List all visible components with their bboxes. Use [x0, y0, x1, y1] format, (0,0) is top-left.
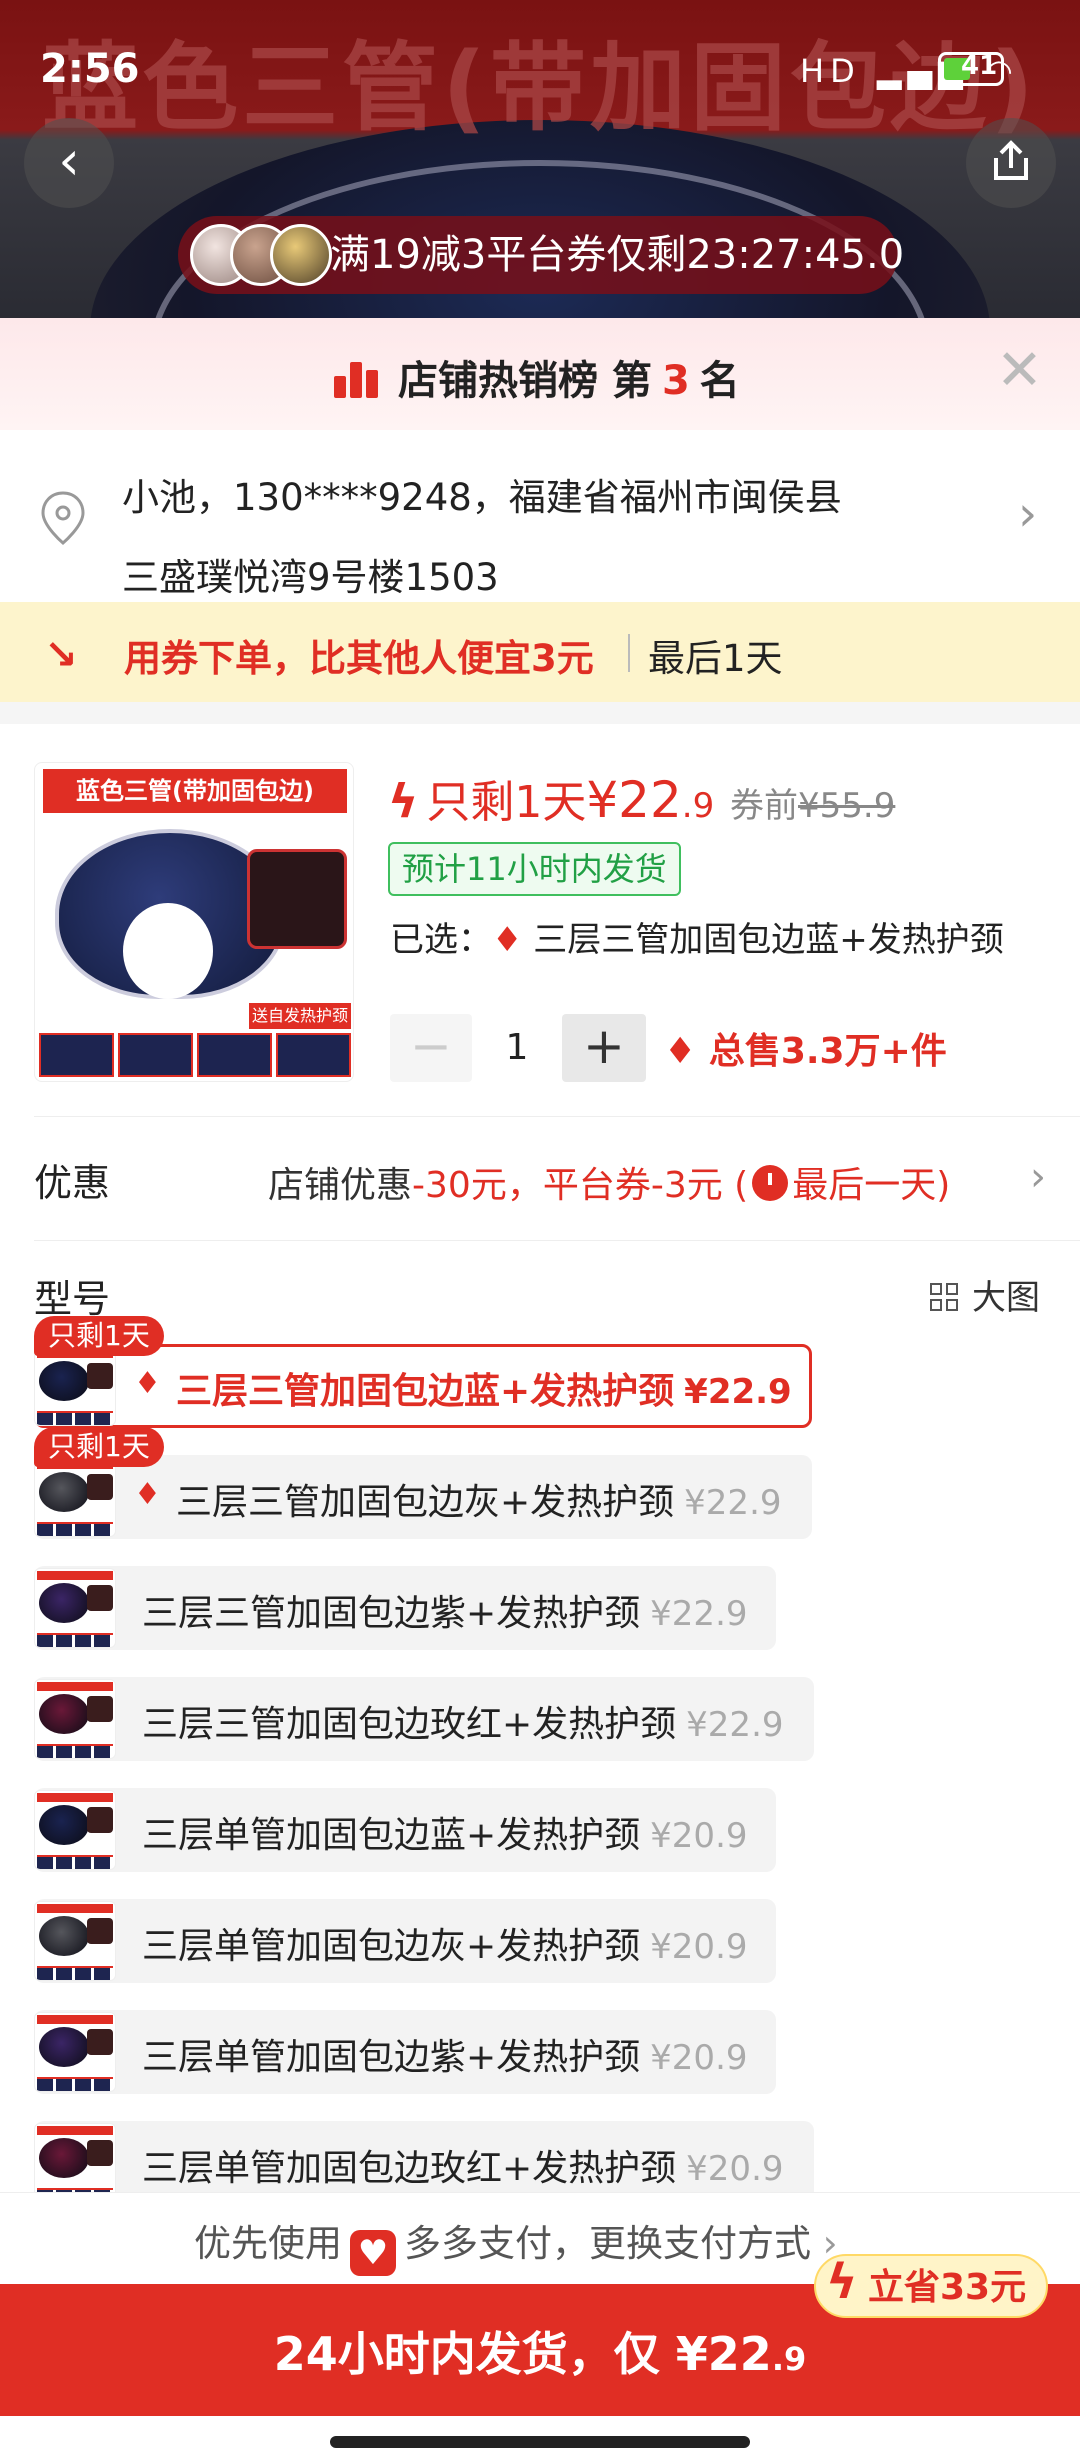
selected-variant[interactable]: 已选：♦ 三层三管加固包边蓝+发热护颈 — [390, 912, 1004, 961]
model-option-name: 三层三管加固包边灰+发热护颈 — [176, 1482, 675, 1523]
model-option-name: 三层单管加固包边玫红+发热护颈 — [142, 2148, 677, 2189]
product-price: ϟ 只剩1天¥22.9 — [388, 766, 714, 830]
location-pin-icon — [41, 491, 85, 545]
hot-rank-label: 店铺热销榜 第 — [398, 358, 652, 404]
model-option-price: ¥22.9 — [684, 1483, 782, 1523]
share-icon — [994, 140, 1028, 180]
model-option-price: ¥22.9 — [686, 1705, 784, 1745]
platform-coupon-banner[interactable]: 满19减3平台券仅剩23:27:45.0 — [178, 216, 904, 294]
model-thumbnail — [34, 1679, 116, 1759]
share-button[interactable] — [966, 118, 1056, 208]
coupon-promo-strip: ↘ 用券下单，比其他人便宜3元 最后1天 — [0, 602, 1080, 702]
model-thumbnail — [34, 1346, 116, 1426]
address-line-1: 小池，130****9248，福建省福州市闽侯县 — [122, 476, 842, 519]
duoduo-pay-icon: ♥ — [350, 2230, 396, 2276]
time-left-label: 只剩1天 — [426, 777, 587, 828]
model-option-name: 三层三管加固包边蓝+发热护颈 — [176, 1371, 675, 1412]
grid-icon — [930, 1283, 960, 1313]
model-option-price: ¥20.9 — [650, 1816, 748, 1856]
back-button[interactable]: ‹ — [24, 118, 114, 208]
model-option[interactable]: ♦ 三层三管加固包边蓝+发热护颈 ¥22.9 只剩1天 — [34, 1316, 812, 1428]
promo-deadline: 最后1天 — [648, 637, 783, 680]
quantity-value[interactable]: 1 — [472, 1014, 562, 1082]
model-option-name: 三层单管加固包边蓝+发热护颈 — [142, 1815, 641, 1856]
avatar — [270, 224, 332, 286]
quantity-increase-button[interactable]: + — [562, 1014, 646, 1082]
lightning-icon: ϟ — [388, 774, 419, 828]
model-thumbnail — [34, 1901, 116, 1981]
buy-button-label: 24小时内发货，仅 ¥22 — [273, 2327, 772, 2381]
product-image-banner[interactable]: 蓝色三管(带加固包边) 2:56 HD ▂▄▆ ◠ 41 ‹ 满19减3平台券仅… — [0, 0, 1080, 318]
model-thumbnail — [34, 2123, 116, 2203]
shop-hot-rank-bar[interactable]: 店铺热销榜 第3名 ✕ — [0, 318, 1080, 430]
chevron-right-icon: › — [1030, 1154, 1046, 1200]
lightning-icon: ϟ — [826, 2254, 858, 2310]
model-option[interactable]: ♦ 三层三管加固包边灰+发热护颈 ¥22.9 只剩1天 — [34, 1427, 812, 1539]
model-thumbnail — [34, 1568, 116, 1648]
chevron-left-icon: ‹ — [58, 129, 80, 192]
model-option-name: 三层单管加固包边紫+发热护颈 — [142, 2037, 641, 2078]
model-option-price: ¥22.9 — [650, 1594, 748, 1634]
fire-icon: ♦ — [664, 1031, 697, 1072]
model-option[interactable]: 三层单管加固包边灰+发热护颈 ¥20.9 — [34, 1899, 776, 1983]
status-time: 2:56 — [40, 46, 140, 92]
status-bar: 2:56 HD ▂▄▆ ◠ 41 — [0, 40, 1080, 100]
battery-icon: 41 — [938, 51, 1004, 86]
close-icon[interactable]: ✕ — [996, 338, 1043, 403]
promo-text: 用券下单，比其他人便宜3元 — [124, 637, 594, 680]
quantity-decrease-button[interactable]: − — [390, 1014, 472, 1082]
fire-icon: ♦ — [492, 920, 523, 960]
model-option[interactable]: 三层单管加固包边紫+发热护颈 ¥20.9 — [34, 2010, 776, 2094]
ranking-icon — [334, 358, 382, 398]
model-option-price: ¥20.9 — [686, 2149, 784, 2189]
discount-label: 优惠 — [34, 1161, 111, 1205]
home-indicator[interactable] — [330, 2436, 750, 2448]
hot-rank-suffix: 名 — [699, 358, 740, 404]
coupon-countdown-text: 满19减3平台券仅剩23:27:45.0 — [330, 232, 905, 278]
limited-time-tag: 只剩1天 — [34, 1427, 164, 1467]
limited-time-tag: 只剩1天 — [34, 1316, 164, 1356]
fire-icon: ♦ — [134, 1366, 161, 1401]
model-option-name: 三层三管加固包边紫+发热护颈 — [142, 1593, 641, 1634]
price-decimal: .9 — [681, 786, 715, 826]
alarm-clock-icon — [752, 1165, 789, 1201]
chevron-right-icon: › — [1018, 486, 1038, 542]
buy-button-decimal: .9 — [771, 2340, 807, 2378]
savings-badge: ϟ 立省33元 — [814, 2254, 1049, 2318]
price-currency: ¥ — [586, 771, 619, 829]
price-integer: 22 — [618, 771, 682, 829]
model-option-price: ¥20.9 — [650, 1927, 748, 1967]
thumbnail-tag: 蓝色三管(带加固包边) — [43, 769, 347, 813]
model-option-price: ¥20.9 — [650, 2038, 748, 2078]
fire-icon: ♦ — [134, 1477, 161, 1512]
model-option-name: 三层单管加固包边灰+发热护颈 — [142, 1926, 641, 1967]
model-option[interactable]: 三层三管加固包边紫+发热护颈 ¥22.9 — [34, 1566, 776, 1650]
model-thumbnail — [34, 1790, 116, 1870]
model-thumbnail — [34, 2012, 116, 2092]
model-option-name: 三层三管加固包边玫红+发热护颈 — [142, 1704, 677, 1745]
discount-summary[interactable]: 店铺优惠-30元，平台券-3元 (最后一天) — [268, 1156, 950, 1208]
model-option[interactable]: 三层单管加固包边蓝+发热护颈 ¥20.9 — [34, 1788, 776, 1872]
model-thumbnail — [34, 1457, 116, 1537]
hot-rank-number: 3 — [661, 358, 690, 404]
original-price: 券前¥55.9 — [730, 786, 896, 826]
user-avatars — [190, 224, 340, 286]
model-option-price: ¥22.9 — [684, 1372, 792, 1412]
shipping-address[interactable]: 小池，130****9248，福建省福州市闽侯县 三盛璞悦湾9号楼1503 › — [0, 430, 1080, 602]
large-image-toggle[interactable]: 大图 — [930, 1270, 1040, 1319]
trend-down-icon: ↘ — [44, 632, 78, 678]
shipping-estimate-tag: 预计11小时内发货 — [388, 842, 681, 896]
model-section-label: 型号 — [34, 1277, 111, 1321]
model-option[interactable]: 三层三管加固包边玫红+发热护颈 ¥22.9 — [34, 1677, 814, 1761]
total-sales: ♦ 总售3.3万+件 — [664, 1031, 947, 1072]
thumbnail-badge: 送自发热护颈 — [249, 1003, 351, 1029]
product-thumbnail[interactable]: 蓝色三管(带加固包边) 送自发热护颈 — [34, 762, 354, 1082]
